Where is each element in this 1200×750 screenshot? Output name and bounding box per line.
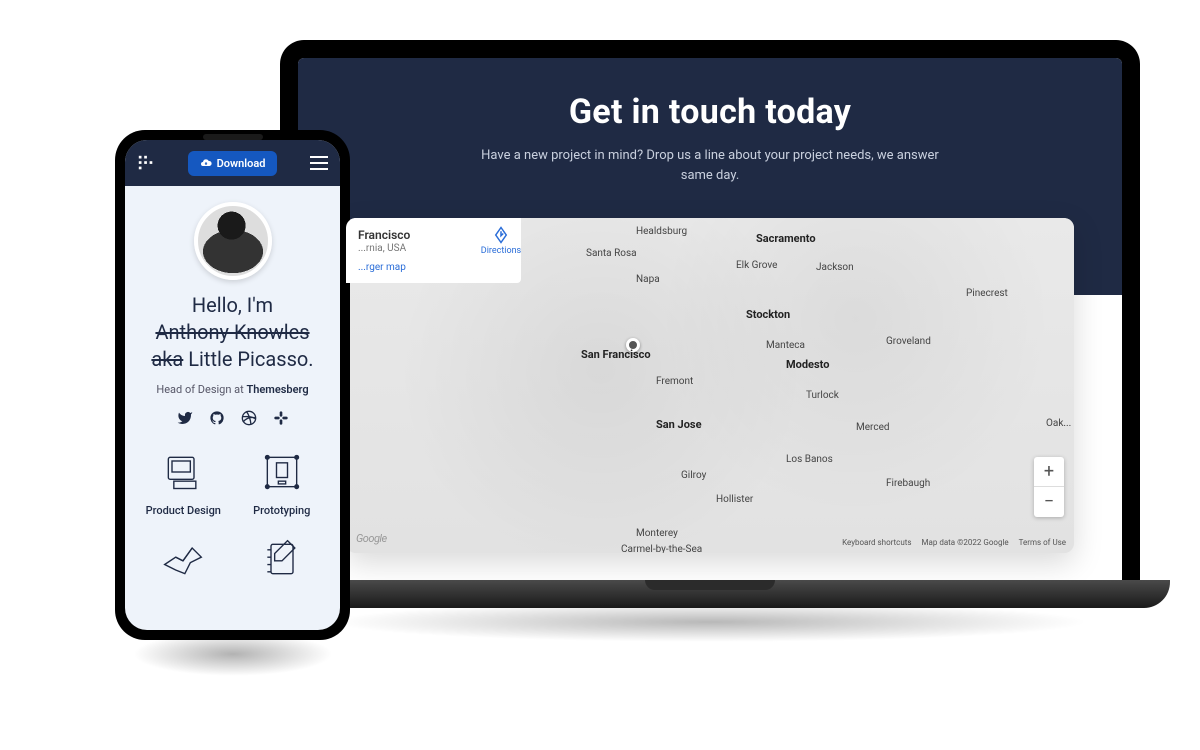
map-zoom-out-button[interactable]: − — [1034, 487, 1064, 517]
download-button[interactable]: Download — [188, 151, 278, 176]
map-terms-link[interactable]: Terms of Use — [1019, 538, 1066, 547]
role-company-link[interactable]: Themesberg — [246, 383, 308, 396]
burger-line-icon — [310, 168, 328, 170]
prototyping-icon — [260, 450, 304, 494]
mobile-navbar: Download — [125, 140, 340, 186]
notebook-icon — [260, 537, 304, 581]
map-city-label: Healdsburg — [636, 226, 687, 237]
product-design-icon — [161, 450, 205, 494]
map-larger-link[interactable]: ...rger map — [358, 262, 509, 273]
greeting-line1: Hello, I'm — [192, 293, 273, 317]
slack-icon[interactable] — [273, 410, 289, 426]
map-google-logo: Google — [356, 532, 387, 545]
social-links — [139, 410, 326, 426]
profile-role: Head of Design at Themesberg — [139, 383, 326, 396]
brand-logo-icon[interactable] — [137, 154, 155, 172]
map-directions-label: Directions — [481, 246, 521, 256]
profile-section: Hello, I'm Anthony Knowles aka Little Pi… — [125, 186, 340, 607]
map-city-label: Hollister — [716, 494, 753, 505]
map-city-label: San Jose — [656, 418, 702, 431]
role-prefix: Head of Design at — [156, 383, 246, 396]
map-city-label: San Francisco — [581, 348, 651, 361]
menu-toggle-button[interactable] — [310, 156, 328, 170]
phone-shell: Download Hello, I'm Anthony Knowles aka … — [115, 130, 350, 640]
cloud-download-icon — [200, 157, 212, 169]
map-city-label: Stockton — [746, 308, 790, 321]
map-attribution: Map data ©2022 Google — [922, 538, 1009, 547]
profile-greeting: Hello, I'm Anthony Knowles aka Little Pi… — [139, 292, 326, 373]
map-directions-button[interactable]: Directions — [476, 226, 526, 256]
laptop-shadow — [330, 602, 1090, 642]
greeting-strike-name: Anthony Knowles — [155, 320, 309, 344]
map-city-label: Merced — [856, 422, 890, 433]
map-city-label: Sacramento — [756, 232, 816, 245]
dribbble-icon[interactable] — [241, 410, 257, 426]
github-icon[interactable] — [209, 410, 225, 426]
map-city-label: Oak... — [1046, 418, 1071, 429]
hero-title: Get in touch today — [318, 92, 1102, 132]
map-zoom-controls: + − — [1034, 457, 1064, 517]
map-city-label: Monterey — [636, 528, 678, 539]
avatar — [194, 202, 272, 280]
origami-bird-icon — [161, 537, 205, 581]
map-city-label: Jackson — [816, 262, 854, 273]
map-city-label: Manteca — [766, 340, 805, 351]
greeting-nickname: Little Picasso. — [183, 347, 313, 371]
skill-product-design: Product Design — [139, 450, 228, 517]
map-city-label: Santa Rosa — [586, 248, 637, 259]
skill-label: Prototyping — [238, 504, 327, 517]
map-city-label: Firebaugh — [886, 478, 930, 489]
skill-prototyping: Prototyping — [238, 450, 327, 517]
map-city-label: Turlock — [806, 390, 839, 401]
map-city-label: Modesto — [786, 358, 829, 371]
map-city-label: Pinecrest — [966, 288, 1008, 299]
skill-origami — [139, 537, 228, 591]
map-city-label: Los Banos — [786, 454, 833, 465]
burger-line-icon — [310, 162, 328, 164]
greeting-strike-aka: aka — [151, 347, 183, 371]
laptop-viewport: Get in touch today Have a new project in… — [298, 58, 1122, 580]
skills-grid: Product Design Prototyping — [139, 450, 326, 591]
phone-mockup: Download Hello, I'm Anthony Knowles aka … — [115, 130, 350, 640]
skill-notebook — [238, 537, 327, 591]
map-city-label: Gilroy — [681, 470, 706, 481]
laptop-screen: Get in touch today Have a new project in… — [280, 40, 1140, 580]
logo-dots-icon — [137, 154, 155, 172]
contact-map[interactable]: Francisco ...rnia, USA ...rger map Direc… — [346, 218, 1074, 553]
map-city-label: Elk Grove — [736, 260, 777, 271]
burger-line-icon — [310, 156, 328, 158]
map-city-label: Carmel-by-the-Sea — [621, 544, 702, 553]
laptop-mockup: Get in touch today Have a new project in… — [280, 40, 1140, 608]
hero-subtitle: Have a new project in mind? Drop us a li… — [480, 146, 940, 185]
skill-label: Product Design — [139, 504, 228, 517]
map-city-label: Fremont — [656, 376, 693, 387]
map-shortcuts-link[interactable]: Keyboard shortcuts — [842, 538, 911, 547]
phone-viewport: Download Hello, I'm Anthony Knowles aka … — [125, 140, 340, 630]
map-zoom-in-button[interactable]: + — [1034, 457, 1064, 487]
map-footer: Keyboard shortcuts Map data ©2022 Google… — [842, 538, 1066, 547]
map-city-label: Groveland — [886, 336, 931, 347]
twitter-icon[interactable] — [177, 410, 193, 426]
download-label: Download — [217, 157, 266, 170]
map-city-label: Napa — [636, 274, 660, 285]
directions-icon — [492, 226, 510, 244]
